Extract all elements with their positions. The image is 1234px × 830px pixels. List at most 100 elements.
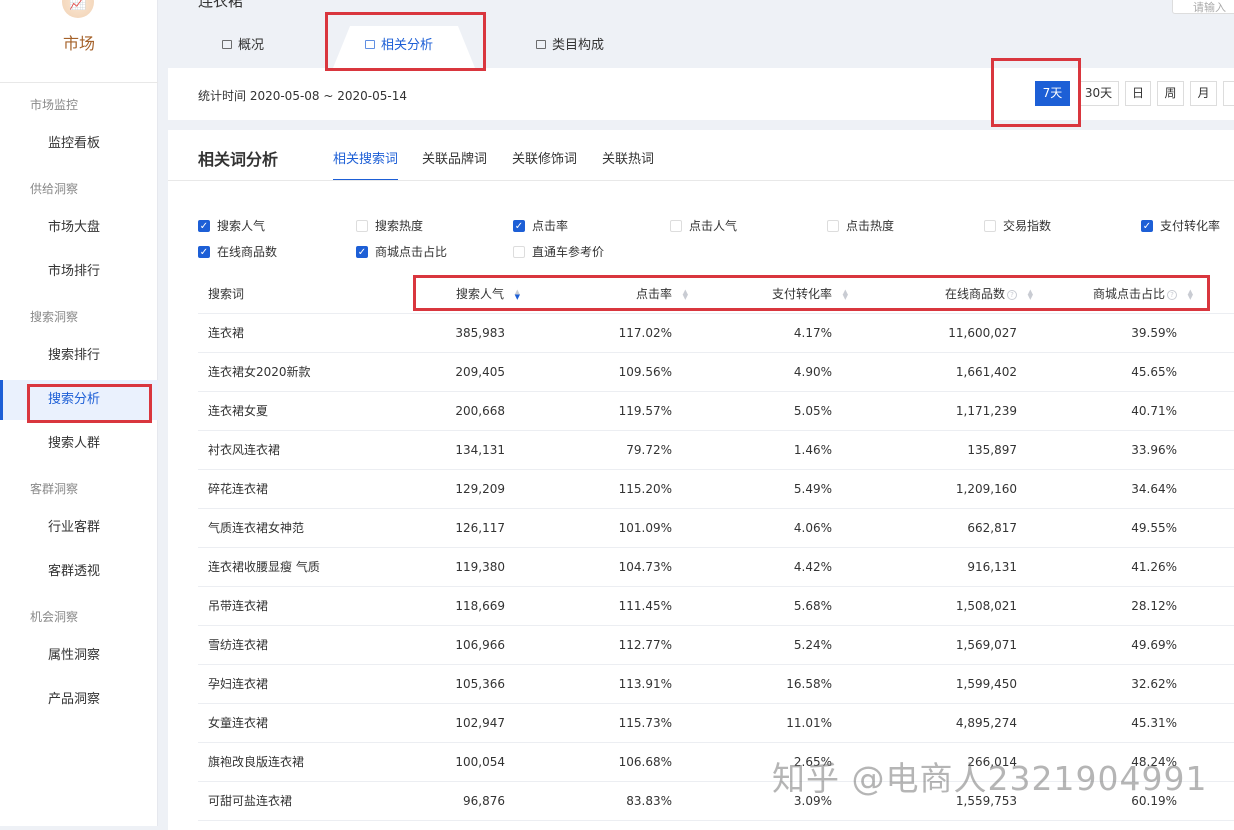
metric-label: 点击热度: [846, 219, 895, 233]
sidebar-group-label: 搜索洞察: [30, 310, 79, 324]
tab-overview[interactable]: 概况: [222, 34, 264, 53]
metric-checkbox[interactable]: 直通车参考价: [513, 243, 604, 260]
period-day-button[interactable]: 日: [1125, 81, 1151, 106]
sidebar-item[interactable]: 行业客群: [0, 508, 158, 548]
column-header-sortable[interactable]: 商城点击占比? ▲ ▼: [198, 275, 1193, 314]
value-cell: 45.31%: [1131, 716, 1177, 730]
search-input[interactable]: 请输入: [1172, 0, 1234, 14]
sidebar-item[interactable]: 属性洞察: [0, 636, 158, 676]
metric-checkbox[interactable]: 交易指数: [984, 217, 1051, 234]
market-chart-icon: 📈: [62, 0, 94, 18]
divider: [168, 180, 1234, 181]
value-cell: 45.65%: [1131, 365, 1177, 379]
table-row[interactable]: 衬衣风连衣裙 134,131 79.72% 1.46% 135,897 33.96%: [198, 431, 1234, 470]
table-row[interactable]: 连衣裙女夏 200,668 119.57% 5.05% 1,171,239 40.71%: [198, 392, 1234, 431]
table-row[interactable]: 连衣裙 385,983 117.02% 4.17% 11,600,027 39.59%: [198, 314, 1234, 353]
metric-label: 商城点击占比: [375, 245, 448, 259]
shopping-bag-icon: [536, 40, 546, 49]
table-row[interactable]: 气质连衣裙女神范 126,117 101.09% 4.06% 662,817 49.55%: [198, 509, 1234, 548]
period-week-button[interactable]: 周: [1157, 81, 1184, 106]
stat-date-range: 统计时间 2020-05-08 ~ 2020-05-14: [198, 89, 407, 103]
table-row[interactable]: 吊带连衣裙 118,669 111.45% 5.68% 1,508,021 28.12%: [198, 587, 1234, 626]
tab-label: 类目构成: [552, 38, 605, 53]
shopping-bag-icon: [222, 40, 232, 49]
value-cell: 33.96%: [1131, 443, 1177, 457]
table-row[interactable]: 连衣裙女2020新款 209,405 109.56% 4.90% 1,661,402 45…: [198, 353, 1234, 392]
subtab-hot[interactable]: 关联热词: [602, 148, 654, 167]
metric-checkbox[interactable]: ✓ 点击率: [513, 217, 568, 234]
metric-label: 搜索人气: [217, 219, 266, 233]
metric-checkbox[interactable]: 点击人气: [670, 217, 737, 234]
sidebar-item[interactable]: 监控看板: [0, 124, 158, 164]
value-cell: 48.24%: [1131, 755, 1177, 769]
sidebar-group-label: 供给洞察: [30, 182, 79, 196]
sort-icon[interactable]: ▲ ▼: [1185, 288, 1193, 300]
checkbox-icon: [984, 219, 996, 232]
checkbox-icon: ✓: [198, 219, 210, 232]
sidebar-item[interactable]: 搜索排行: [0, 336, 158, 376]
table-row[interactable]: 孕妇连衣裙 105,366 113.91% 16.58% 1,599,450 32.62%: [198, 665, 1234, 704]
period-7d-button[interactable]: 7天: [1035, 81, 1070, 106]
sidebar-item[interactable]: 市场排行: [0, 252, 158, 292]
tab-label: 相关分析: [381, 38, 434, 53]
sidebar-item[interactable]: 产品洞察: [0, 680, 158, 720]
metric-label: 支付转化率: [1160, 219, 1221, 233]
tab-related-analysis[interactable]: 相关分析: [365, 34, 433, 53]
card-title: 相关词分析: [198, 150, 279, 169]
sidebar: 📈 市场 市场监控 监控看板 供给洞察 市场大盘 市场排行 搜索洞察 搜索排行 搜索分析 搜索人…: [0, 0, 158, 826]
table-row[interactable]: 连衣裙收腰显瘦 气质 119,380 104.73% 4.42% 916,131 41.2…: [198, 548, 1234, 587]
divider: [0, 82, 158, 83]
value-cell: 34.64%: [1131, 482, 1177, 496]
checkbox-icon: ✓: [513, 219, 525, 232]
checkbox-icon: [356, 219, 368, 232]
help-icon[interactable]: ?: [1167, 289, 1177, 300]
checkbox-icon: ✓: [198, 245, 210, 258]
checkbox-icon: [513, 245, 525, 258]
checkbox-icon: ✓: [356, 245, 368, 258]
table-row[interactable]: 可甜可盐连衣裙 96,876 83.83% 3.09% 1,559,753 60.19%: [198, 782, 1234, 821]
value-cell: 60.19%: [1131, 794, 1177, 808]
shopping-bag-icon: [365, 40, 375, 49]
metric-checkbox[interactable]: ✓ 商城点击占比: [356, 243, 447, 260]
table-row[interactable]: 雪纺连衣裙 106,966 112.77% 5.24% 1,569,071 49.69%: [198, 626, 1234, 665]
checkbox-icon: [670, 219, 682, 232]
value-cell: 41.26%: [1131, 560, 1177, 574]
tab-category-composition[interactable]: 类目构成: [536, 34, 604, 53]
sidebar-item[interactable]: 市场大盘: [0, 208, 158, 248]
subtab-related-search[interactable]: 相关搜索词: [333, 148, 399, 181]
sidebar-item[interactable]: 搜索人群: [0, 424, 158, 464]
checkbox-icon: [827, 219, 839, 232]
table-row[interactable]: 碎花连衣裙 129,209 115.20% 5.49% 1,209,160 34.64%: [198, 470, 1234, 509]
sidebar-item[interactable]: 客群透视: [0, 552, 158, 592]
subtab-brand[interactable]: 关联品牌词: [422, 148, 487, 167]
value-cell: 40.71%: [1131, 404, 1177, 418]
metric-label: 搜索热度: [375, 219, 424, 233]
subtab-modifier[interactable]: 关联修饰词: [512, 148, 577, 167]
metric-label: 点击率: [532, 219, 569, 233]
checkbox-icon: ✓: [1141, 219, 1153, 232]
metric-label: 交易指数: [1003, 219, 1052, 233]
metric-label: 直通车参考价: [532, 245, 605, 259]
metric-checkbox[interactable]: ✓ 在线商品数: [198, 243, 277, 260]
value-cell: 49.69%: [1131, 638, 1177, 652]
sidebar-item[interactable]: 搜索分析: [0, 380, 158, 420]
period-month-button[interactable]: 月: [1190, 81, 1217, 106]
column-header-label: 商城点击占比: [1092, 287, 1165, 301]
metric-checkbox[interactable]: ✓ 搜索人气: [198, 217, 265, 234]
table-row[interactable]: 女童连衣裙 102,947 115.73% 11.01% 4,895,274 45.31%: [198, 704, 1234, 743]
period-30d-button[interactable]: 30天: [1078, 81, 1119, 106]
sidebar-group-label: 客群洞察: [30, 482, 79, 496]
value-cell: 28.12%: [1131, 599, 1177, 613]
sidebar-logo-label: 市场: [62, 34, 95, 53]
metric-label: 在线商品数: [217, 245, 278, 259]
date-bar: 统计时间 2020-05-08 ~ 2020-05-14 7天 30天 日 周 …: [168, 68, 1234, 120]
metric-checkbox[interactable]: ✓ 支付转化率: [1141, 217, 1220, 234]
metric-checkbox[interactable]: 搜索热度: [356, 217, 423, 234]
metric-label: 点击人气: [689, 219, 738, 233]
table-row[interactable]: 旗袍改良版连衣裙 100,054 106.68% 2.65% 266,014 48.24%: [198, 743, 1234, 782]
page-title: 连衣裙: [198, 0, 244, 10]
metric-checkbox[interactable]: 点击热度: [827, 217, 894, 234]
value-cell: 39.59%: [1131, 326, 1177, 340]
period-more-button[interactable]: [1223, 81, 1234, 106]
table-header: 搜索词 搜索人气 ▲ ▼ 点击率 ▲ ▼ 支付转化率 ▲ ▼ 在线商品数? ▲ ▼ 商城点击占比? ▲ ▼: [198, 275, 1234, 314]
